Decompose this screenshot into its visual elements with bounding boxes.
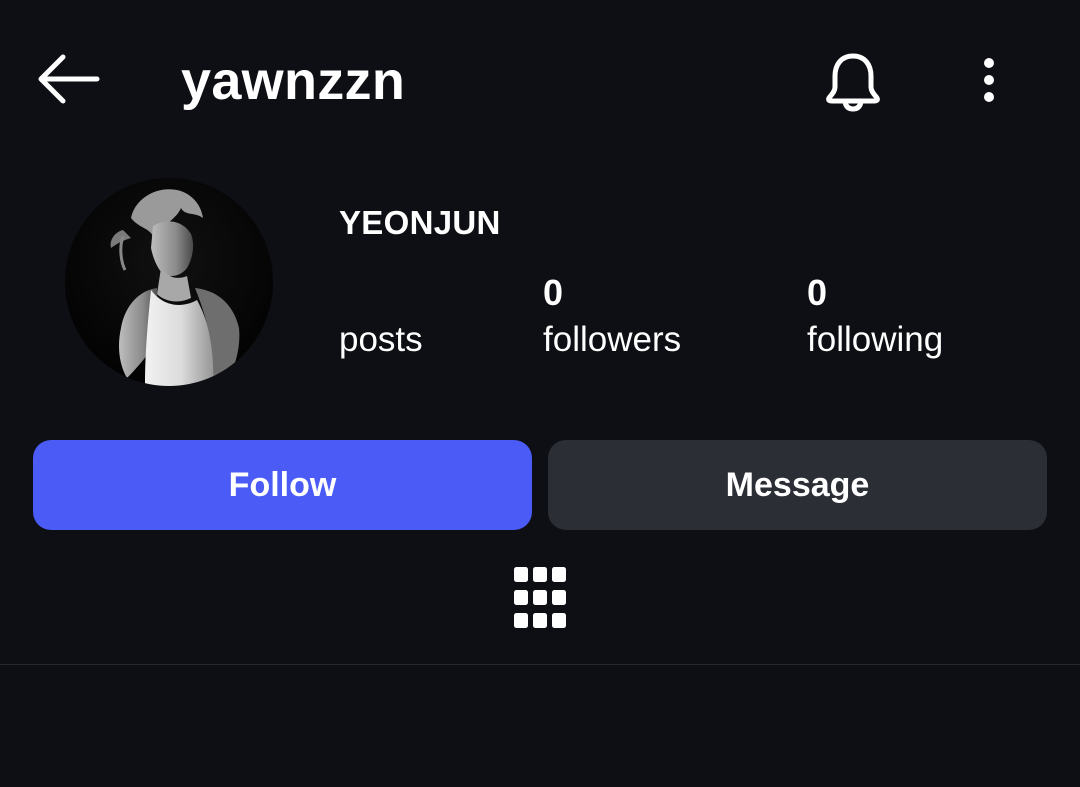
following-label: following — [807, 320, 944, 359]
tab-posts-grid[interactable] — [508, 562, 572, 634]
followers-count: 0 — [543, 272, 564, 313]
followers-stat[interactable]: 0 followers — [543, 270, 681, 362]
more-options-button[interactable] — [965, 50, 1013, 110]
profile-username: yawnzzn — [181, 51, 406, 111]
notification-bell-button[interactable] — [818, 46, 888, 116]
avatar-photo — [65, 178, 273, 386]
more-vertical-icon — [984, 58, 994, 102]
top-bar: yawnzzn — [0, 0, 1080, 160]
arrow-left-icon — [38, 54, 100, 104]
following-count: 0 — [807, 272, 828, 313]
profile-display-name: YEONJUN — [339, 204, 501, 241]
bell-icon — [826, 53, 880, 112]
posts-label: posts — [339, 320, 423, 359]
profile-avatar[interactable] — [65, 178, 273, 386]
tab-divider — [0, 664, 1080, 665]
posts-count — [339, 270, 423, 318]
follow-button[interactable]: Follow — [33, 440, 532, 530]
grid-icon — [514, 567, 566, 628]
following-stat[interactable]: 0 following — [807, 270, 943, 362]
back-button[interactable] — [30, 48, 106, 110]
posts-stat[interactable]: posts — [339, 270, 423, 362]
message-button[interactable]: Message — [548, 440, 1047, 530]
followers-label: followers — [543, 320, 682, 359]
